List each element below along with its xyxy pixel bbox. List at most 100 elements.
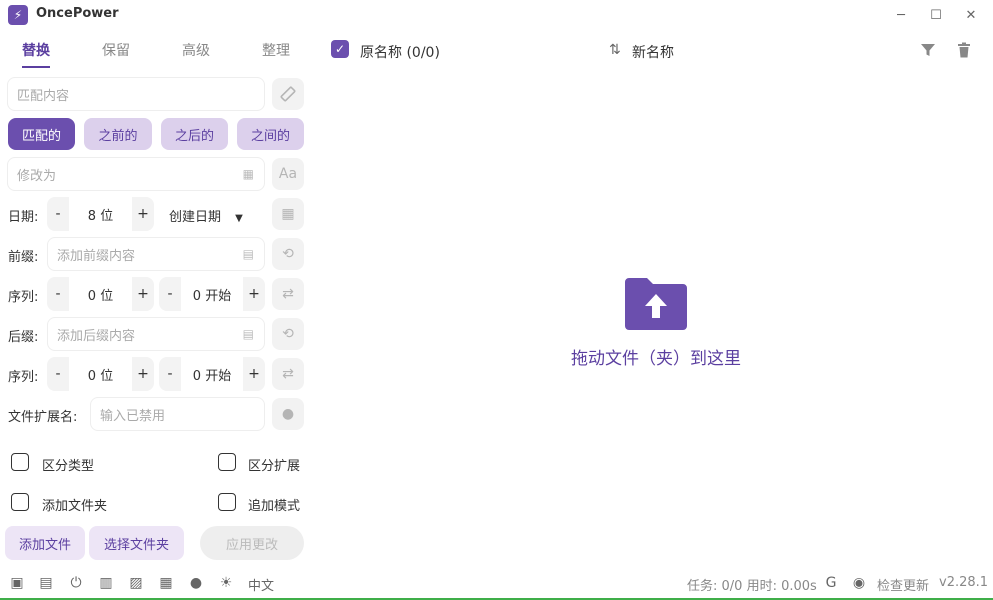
prefix-seq-digits-stepper[interactable]: - 0 位 + [47, 277, 154, 311]
filter-icon[interactable] [920, 42, 936, 62]
extension-label: 文件扩展名: [8, 410, 78, 425]
add-folder-checkbox[interactable] [11, 493, 29, 511]
file-icon[interactable]: ▤ [243, 247, 254, 261]
prefix-seq-start-value[interactable]: 0 开始 [181, 277, 243, 311]
app-title: OncePower [36, 6, 119, 21]
date-label: 日期: [8, 210, 39, 225]
trash-icon[interactable] [956, 42, 972, 62]
plus-button[interactable]: + [243, 366, 265, 382]
select-folder-button[interactable]: 选择文件夹 [89, 526, 184, 560]
distinguish-type-label: 区分类型 [42, 459, 95, 474]
distinguish-ext-checkbox[interactable] [218, 453, 236, 471]
suffix-input[interactable]: 添加后缀内容 ▤ [47, 317, 265, 351]
prefix-seq-digits-value[interactable]: 0 位 [69, 277, 132, 311]
active-tab-indicator [22, 66, 50, 68]
prefix-seq-start-stepper[interactable]: - 0 开始 + [159, 277, 265, 311]
prefix-input[interactable]: 添加前缀内容 ▤ [47, 237, 265, 271]
match-input[interactable]: 匹配内容 [7, 77, 265, 111]
extension-placeholder: 输入已禁用 [100, 408, 166, 424]
minimize-icon[interactable]: ─ [890, 4, 912, 26]
language-toggle[interactable]: 中文 [248, 575, 274, 594]
suffix-placeholder: 添加后缀内容 [57, 328, 136, 344]
apply-changes-button[interactable]: 应用更改 [200, 526, 304, 560]
extension-input[interactable]: 输入已禁用 [90, 397, 265, 431]
prefix-placeholder: 添加前缀内容 [57, 248, 136, 264]
select-all-checkbox[interactable]: ✓ [331, 40, 349, 58]
sequence-swap-icon[interactable]: ⇄ [272, 278, 304, 310]
plus-button[interactable]: + [132, 206, 154, 222]
original-name-header: 原名称 (0/0) [360, 45, 440, 61]
sun-icon[interactable]: ☀ [217, 574, 235, 592]
suffix-label: 后缀: [8, 330, 39, 345]
maximize-icon[interactable]: ☐ [925, 4, 947, 26]
append-mode-label: 追加模式 [248, 499, 301, 514]
github-icon[interactable]: ◉ [850, 574, 868, 592]
refresh-icon[interactable]: ⟲ [272, 318, 304, 350]
tab-advanced[interactable]: 高级 [182, 40, 210, 60]
minus-button[interactable]: - [47, 286, 69, 302]
tab-replace[interactable]: 替换 [22, 40, 50, 60]
clipboard-icon[interactable]: ▥ [97, 574, 115, 592]
mode-between-button[interactable]: 之间的 [237, 118, 304, 150]
refresh-icon[interactable]: ⟲ [272, 238, 304, 270]
user-icon[interactable]: ● [272, 398, 304, 430]
prefix-label: 前缀: [8, 250, 39, 265]
date-digits-stepper[interactable]: - 8 位 + [47, 197, 154, 231]
add-file-button[interactable]: 添加文件 [5, 526, 85, 560]
mode-matched-button[interactable]: 匹配的 [8, 118, 75, 150]
plus-button[interactable]: + [243, 286, 265, 302]
add-folder-label: 添加文件夹 [42, 499, 108, 514]
drop-zone[interactable]: 拖动文件（夹）到这里 [565, 276, 747, 369]
mode-after-button[interactable]: 之后的 [161, 118, 228, 150]
bulb-icon[interactable]: ● [187, 574, 205, 592]
replace-placeholder: 修改为 [17, 168, 57, 184]
chevron-down-icon: ▼ [235, 213, 243, 224]
status-bar: ▣ ▤ ⏻ ▥ ▨ ▦ ● ☀ 中文 任务: 0/0 用时: 0.00s G ◉… [0, 566, 993, 600]
sort-icon[interactable]: ⇅ [609, 42, 621, 58]
append-mode-checkbox[interactable] [218, 493, 236, 511]
date-type-value: 创建日期 [169, 210, 222, 225]
drop-hint: 拖动文件（夹）到这里 [571, 349, 741, 369]
tab-organize[interactable]: 整理 [262, 40, 290, 60]
tab-bar: 替换 保留 高级 整理 [0, 32, 312, 68]
check-update-link[interactable]: 检查更新 [877, 575, 929, 594]
match-placeholder: 匹配内容 [17, 88, 70, 104]
suffix-seq-start-stepper[interactable]: - 0 开始 + [159, 357, 265, 391]
minus-button[interactable]: - [47, 206, 69, 222]
plus-button[interactable]: + [132, 366, 154, 382]
folder-upload-icon [623, 276, 689, 332]
suffix-seq-label: 序列: [8, 370, 39, 385]
tab-keep[interactable]: 保留 [102, 40, 130, 60]
image-icon[interactable]: ▨ [127, 574, 145, 592]
date-type-select[interactable]: 创建日期 ▼ [169, 206, 243, 225]
power-icon[interactable]: ⏻ [67, 574, 85, 592]
suffix-seq-start-value[interactable]: 0 开始 [181, 357, 243, 391]
mode-before-button[interactable]: 之前的 [84, 118, 152, 150]
app-logo: ⚡ [8, 5, 28, 25]
csv-icon[interactable]: ▦ [157, 574, 175, 592]
new-name-header: 新名称 [632, 45, 674, 61]
distinguish-ext-label: 区分扩展 [248, 459, 301, 474]
title-bar: ⚡ OncePower ─ ☐ ✕ [0, 0, 993, 30]
suffix-seq-digits-value[interactable]: 0 位 [69, 357, 132, 391]
plus-button[interactable]: + [132, 286, 154, 302]
log-icon[interactable]: ▤ [37, 574, 55, 592]
calendar-icon[interactable]: ▦ [243, 167, 254, 181]
distinguish-type-checkbox[interactable] [11, 453, 29, 471]
case-icon[interactable]: Aa [272, 158, 304, 190]
calendar-icon[interactable]: ▦ [272, 198, 304, 230]
save-icon[interactable]: ▣ [8, 574, 26, 592]
suffix-seq-digits-stepper[interactable]: - 0 位 + [47, 357, 154, 391]
minus-button[interactable]: - [159, 366, 181, 382]
minus-button[interactable]: - [159, 286, 181, 302]
prefix-seq-label: 序列: [8, 290, 39, 305]
google-icon[interactable]: G [822, 574, 840, 592]
task-status: 任务: 0/0 用时: 0.00s [687, 579, 817, 594]
minus-button[interactable]: - [47, 366, 69, 382]
sequence-swap-icon[interactable]: ⇄ [272, 358, 304, 390]
date-digits-value[interactable]: 8 位 [69, 197, 132, 231]
file-icon[interactable]: ▤ [243, 327, 254, 341]
replace-input[interactable]: 修改为 ▦ [7, 157, 265, 191]
ruler-icon[interactable] [272, 78, 304, 110]
close-icon[interactable]: ✕ [960, 4, 982, 26]
